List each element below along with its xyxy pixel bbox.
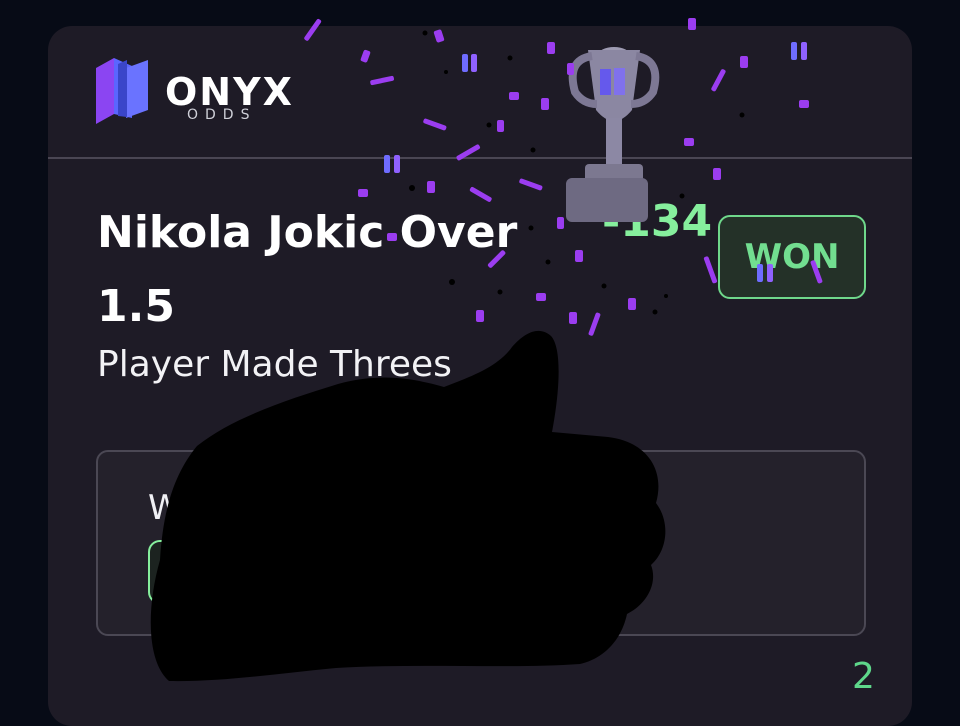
bet-card: ONYX ODDS Nikola Jokic Over 1.5 -134 WON… <box>48 26 912 726</box>
bet-title: Nikola Jokic Over 1.5 <box>97 207 518 332</box>
wager-label: Wager <box>148 488 257 528</box>
bet-odds: -134 <box>602 196 713 247</box>
corner-count: 2 <box>852 656 875 697</box>
wager-field[interactable] <box>148 540 472 604</box>
status-badge: WON <box>718 215 866 299</box>
payout-value: 73 <box>552 544 603 585</box>
wager-panel: Wager 73 <box>96 450 866 636</box>
brand-subtitle: ODDS <box>187 107 257 123</box>
bet-market: Player Made Threes <box>97 344 452 385</box>
header-divider <box>48 157 912 159</box>
